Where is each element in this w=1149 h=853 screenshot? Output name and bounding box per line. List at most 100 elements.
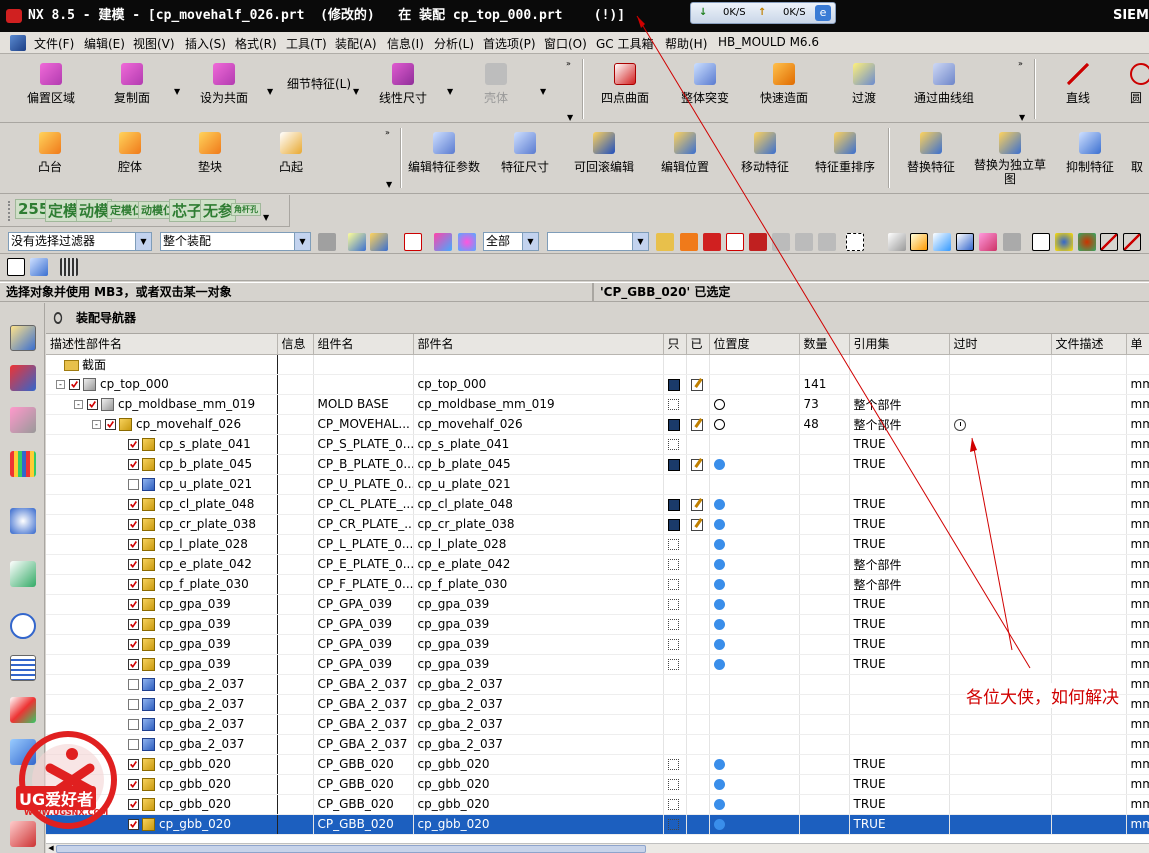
document-menu-icon[interactable] bbox=[10, 35, 26, 51]
toolbar-overflow-1-icon[interactable]: » bbox=[566, 59, 571, 68]
shaded-view-icon[interactable] bbox=[910, 233, 928, 251]
layer-filter-icon[interactable] bbox=[458, 233, 476, 251]
face-analysis-icon[interactable] bbox=[979, 233, 997, 251]
circle-button[interactable]: 圆 bbox=[1130, 63, 1149, 106]
edit-feature-parameters-button[interactable]: 编辑特征参数 bbox=[405, 132, 483, 175]
scrollbar-thumb[interactable] bbox=[56, 845, 646, 853]
table-row[interactable]: cp_gpa_039CP_GPA_039cp_gpa_039TRUEmm bbox=[46, 594, 1149, 615]
snap-intersection-icon[interactable] bbox=[749, 233, 767, 251]
visibility-checkbox[interactable] bbox=[128, 539, 139, 550]
toolbar-grip[interactable] bbox=[8, 201, 11, 221]
detail-feature-dropdown-icon[interactable]: ▼ bbox=[353, 87, 359, 96]
shaded-edges-icon[interactable] bbox=[933, 233, 951, 251]
wireframe-view-icon[interactable] bbox=[888, 233, 906, 251]
global-shaping-button[interactable]: 整体突变 bbox=[677, 63, 733, 106]
history-tab-icon[interactable] bbox=[10, 613, 36, 639]
rapid-surfacing-button[interactable]: 快速造面 bbox=[756, 63, 812, 106]
boss-button[interactable]: 凸台 bbox=[30, 132, 70, 175]
line-button[interactable]: 直线 bbox=[1058, 63, 1098, 106]
emboss-button[interactable]: 凸起 bbox=[271, 132, 311, 175]
unsuppress-feature-button[interactable]: 取 bbox=[1131, 158, 1149, 175]
col-units[interactable]: 单 bbox=[1126, 334, 1149, 355]
copy-face-dropdown-icon[interactable]: ▼ bbox=[174, 87, 180, 96]
web-browser-tab-icon[interactable] bbox=[10, 561, 36, 587]
snap-mid-icon[interactable] bbox=[680, 233, 698, 251]
select-bodies-icon[interactable] bbox=[370, 233, 388, 251]
menu-analysis[interactable]: 分析(L) bbox=[434, 35, 474, 52]
table-row[interactable]: cp_s_plate_041 CP_S_PLATE_0... cp_s_plate_… bbox=[46, 434, 1149, 455]
visibility-checkbox[interactable] bbox=[128, 499, 139, 510]
replace-feature-button[interactable]: 替换特征 bbox=[904, 132, 958, 175]
orient-view-icon[interactable] bbox=[1078, 233, 1096, 251]
visibility-checkbox[interactable] bbox=[128, 579, 139, 590]
collapse-toggle-icon[interactable]: - bbox=[92, 420, 101, 429]
selection-filter-select[interactable]: 没有选择过滤器 ▼ bbox=[8, 232, 152, 251]
table-row[interactable]: - cp_top_000 cp_top_000 141 mm bbox=[46, 374, 1149, 395]
visibility-checkbox[interactable] bbox=[128, 639, 139, 650]
snap-existing-icon[interactable] bbox=[772, 233, 790, 251]
col-read-only[interactable]: 只 bbox=[663, 334, 687, 355]
system-materials-tab-icon[interactable] bbox=[10, 655, 36, 681]
col-part-name[interactable]: 部件名 bbox=[413, 334, 664, 355]
col-component-name[interactable]: 组件名 bbox=[313, 334, 414, 355]
sketch-arc-icon[interactable] bbox=[1123, 233, 1141, 251]
suppress-feature-button[interactable]: 抑制特征 bbox=[1063, 132, 1117, 175]
menu-gc-toolbox[interactable]: GC 工具箱 bbox=[596, 35, 654, 52]
constraint-navigator-tab-icon[interactable] bbox=[10, 365, 36, 391]
table-row[interactable]: cp_l_plate_028 CP_L_PLATE_0... cp_l_plate_… bbox=[46, 534, 1149, 555]
through-curve-mesh-button[interactable]: 通过曲线组 bbox=[908, 63, 980, 106]
snap-select[interactable]: ▼ bbox=[547, 232, 649, 251]
line-tool-icon[interactable] bbox=[7, 258, 25, 276]
col-position[interactable]: 位置度 bbox=[709, 334, 800, 355]
toolbar-3-dropdown-icon[interactable]: ▼ bbox=[263, 213, 269, 222]
table-row[interactable]: cp_cl_plate_048 CP_CL_PLATE_... cp_cl_plat… bbox=[46, 494, 1149, 515]
scope-select[interactable]: 整个装配 ▼ bbox=[160, 232, 311, 251]
linear-dimension-button[interactable]: 线性尺寸 bbox=[375, 63, 431, 106]
visibility-checkbox[interactable] bbox=[69, 379, 80, 390]
collapse-toggle-icon[interactable]: - bbox=[74, 400, 83, 409]
linear-dim-dropdown-icon[interactable]: ▼ bbox=[447, 87, 453, 96]
grid-tool-icon[interactable] bbox=[60, 258, 78, 276]
select-features-icon[interactable] bbox=[348, 233, 366, 251]
collapse-toggle-icon[interactable]: - bbox=[56, 380, 65, 389]
visibility-checkbox[interactable] bbox=[105, 419, 116, 430]
col-reference-set[interactable]: 引用集 bbox=[849, 334, 950, 355]
coplanar-dropdown-icon[interactable]: ▼ bbox=[267, 87, 273, 96]
col-quantity[interactable]: 数量 bbox=[799, 334, 850, 355]
col-descriptive-name[interactable]: 描述性部件名 bbox=[46, 334, 278, 355]
snap-center-icon[interactable] bbox=[703, 233, 721, 251]
edit-position-button[interactable]: 编辑位置 bbox=[658, 132, 712, 175]
assembly-navigator-tab-icon[interactable] bbox=[10, 325, 36, 351]
visibility-checkbox[interactable] bbox=[128, 559, 139, 570]
visibility-checkbox[interactable] bbox=[128, 459, 139, 470]
reorder-feature-button[interactable]: 特征重排序 bbox=[812, 132, 878, 175]
corner-hole-button[interactable]: 角杆孔 bbox=[231, 203, 261, 216]
layer-select[interactable]: 全部 ▼ bbox=[483, 232, 539, 251]
col-modified[interactable]: 已 bbox=[686, 334, 710, 355]
menu-view[interactable]: 视图(V) bbox=[133, 35, 175, 52]
horizontal-scrollbar[interactable]: ◀ bbox=[46, 843, 1149, 853]
pin-icon[interactable] bbox=[52, 309, 64, 327]
menu-info[interactable]: 信息(I) bbox=[387, 35, 424, 52]
rectangle-select-icon[interactable] bbox=[846, 233, 864, 251]
menu-hb-mould[interactable]: HB_MOULD M6.6 bbox=[718, 35, 819, 49]
feature-dimension-button[interactable]: 特征尺寸 bbox=[498, 132, 552, 175]
menu-tools[interactable]: 工具(T) bbox=[286, 35, 327, 52]
toolbar-options-3-icon[interactable]: ▼ bbox=[386, 180, 392, 189]
scroll-left-icon[interactable]: ◀ bbox=[46, 844, 56, 853]
copy-face-button[interactable]: 复制面 bbox=[108, 63, 156, 106]
table-row[interactable]: cp_gpa_039CP_GPA_039cp_gpa_039TRUEmm bbox=[46, 654, 1149, 675]
visibility-checkbox[interactable] bbox=[87, 399, 98, 410]
process-studio-tab-icon[interactable] bbox=[10, 697, 36, 723]
col-file-description[interactable]: 文件描述 bbox=[1051, 334, 1127, 355]
detail-feature-menu[interactable]: 细节特征(L) bbox=[287, 75, 351, 92]
toolbar-options-2-icon[interactable]: ▼ bbox=[1019, 113, 1025, 122]
table-row[interactable]: - cp_moldbase_mm_019 MOLD BASE cp_moldbase_… bbox=[46, 394, 1149, 415]
toolbar-overflow-2-icon[interactable]: » bbox=[1018, 59, 1023, 68]
browser-icon[interactable]: e bbox=[815, 5, 831, 21]
table-row[interactable]: cp_gbb_020CP_GBB_020cp_gbb_020TRUEmm bbox=[46, 774, 1149, 795]
toolbar-options-1-icon[interactable]: ▼ bbox=[567, 113, 573, 122]
table-row[interactable]: cp_gbb_020CP_GBB_020cp_gbb_020TRUEmm bbox=[46, 794, 1149, 815]
four-point-surface-button[interactable]: 四点曲面 bbox=[597, 63, 653, 106]
table-row[interactable]: cp_b_plate_045 CP_B_PLATE_0... cp_b_plate_… bbox=[46, 454, 1149, 475]
